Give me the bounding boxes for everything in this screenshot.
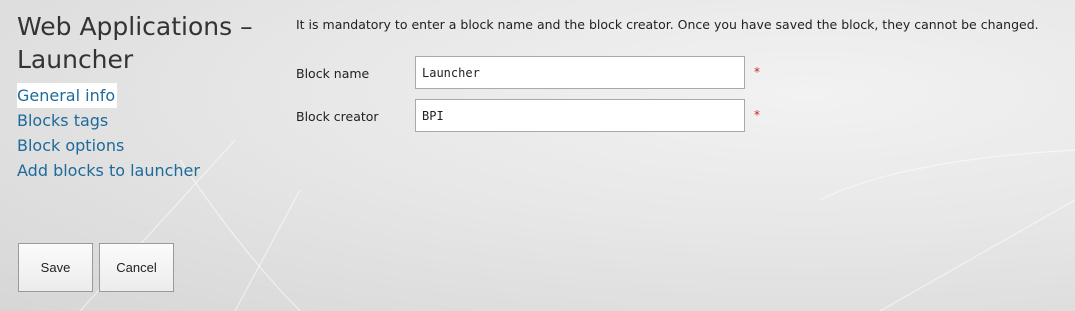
block-creator-label: Block creator bbox=[296, 109, 379, 124]
block-name-label: Block name bbox=[296, 66, 370, 81]
page-title: Web Applications – Launcher bbox=[17, 12, 253, 74]
mandatory-info-text: It is mandatory to enter a block name an… bbox=[296, 17, 1039, 32]
block-creator-input[interactable] bbox=[415, 99, 745, 132]
block-creator-required-mark: * bbox=[754, 108, 760, 122]
nav-item-block-options[interactable]: Block options bbox=[17, 133, 124, 158]
nav-item-blocks-tags[interactable]: Blocks tags bbox=[17, 108, 108, 133]
cancel-button[interactable]: Cancel bbox=[99, 243, 174, 292]
nav-item-add-blocks-to-launcher[interactable]: Add blocks to launcher bbox=[17, 158, 200, 183]
block-name-input[interactable] bbox=[415, 56, 745, 89]
save-button[interactable]: Save bbox=[18, 243, 93, 292]
sidebar-nav: General info Blocks tags Block options A… bbox=[17, 83, 200, 183]
block-name-required-mark: * bbox=[754, 65, 760, 79]
nav-item-general-info[interactable]: General info bbox=[17, 83, 118, 108]
